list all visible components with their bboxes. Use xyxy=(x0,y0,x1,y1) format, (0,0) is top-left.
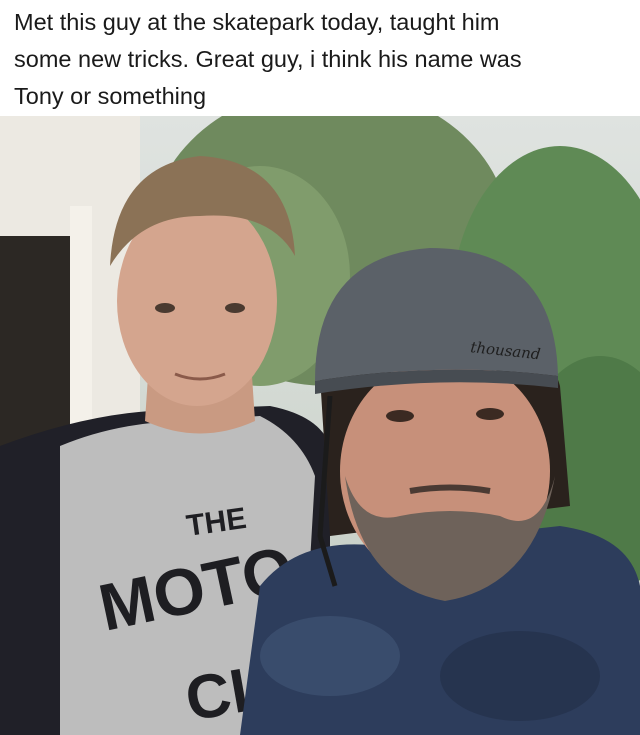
left-eye xyxy=(225,303,245,313)
right-shirt-tiedye xyxy=(260,616,400,696)
right-eye xyxy=(476,408,504,420)
post-caption: Met this guy at the skatepark today, tau… xyxy=(14,4,630,115)
caption-line-3: Tony or something xyxy=(14,83,207,109)
right-shirt-tiedye xyxy=(440,631,600,721)
right-mustache xyxy=(409,484,491,494)
photo-illustration: THE MOTO CI thousand xyxy=(0,116,640,735)
caption-line-1: Met this guy at the skatepark today, tau… xyxy=(14,9,500,35)
right-eye xyxy=(386,410,414,422)
meme-post: Met this guy at the skatepark today, tau… xyxy=(0,0,640,735)
post-photo: THE MOTO CI thousand xyxy=(0,116,640,735)
caption-line-2: some new tricks. Great guy, i think his … xyxy=(14,46,522,72)
left-eye xyxy=(155,303,175,313)
